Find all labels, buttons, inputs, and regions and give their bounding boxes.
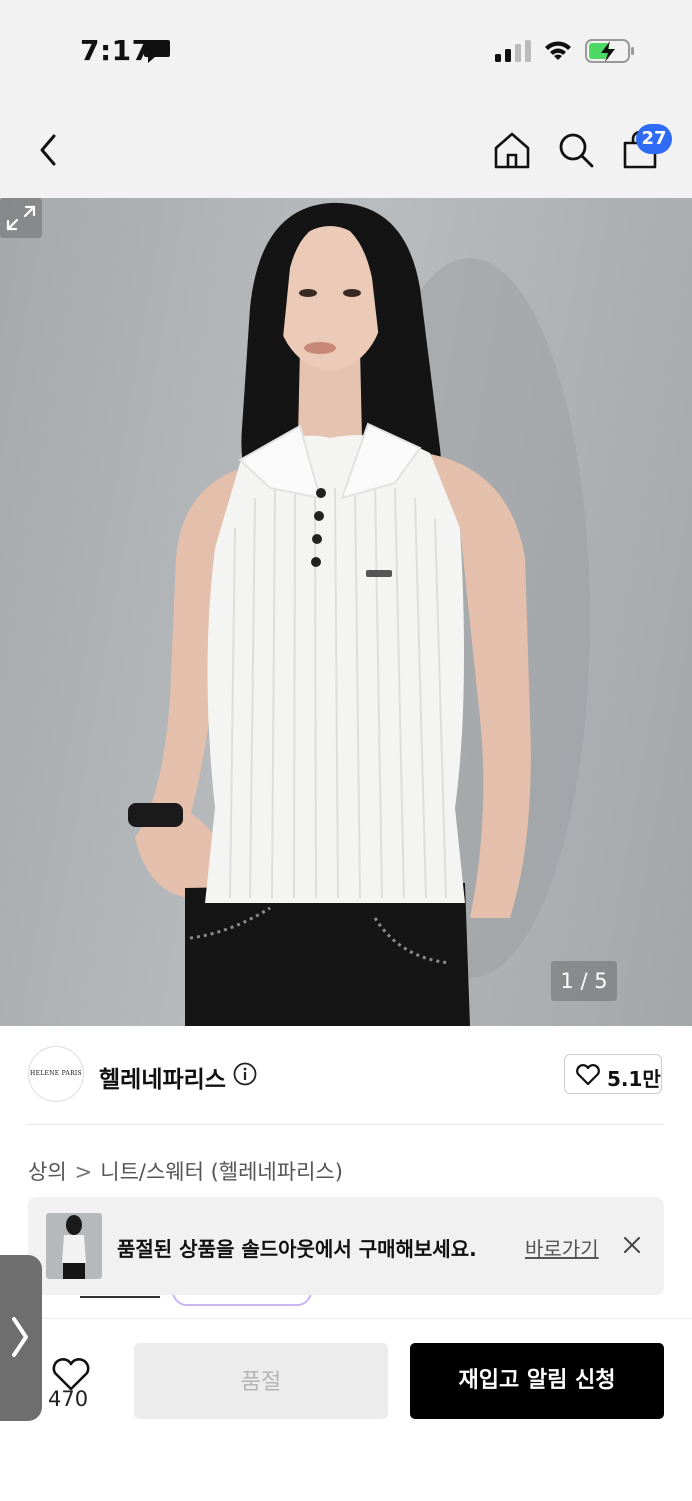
brand-logo[interactable]: HELENE PARIS <box>28 1046 84 1102</box>
soldout-button: 품절 <box>134 1343 388 1419</box>
wishlist-count: 470 <box>48 1387 89 1411</box>
breadcrumb-subcategory-link[interactable]: 니트/스웨터 (헬레네파리스) <box>100 1160 343 1184</box>
side-drawer-handle[interactable] <box>0 1255 42 1421</box>
banner-go-link[interactable]: 바로가기 <box>525 1233 599 1262</box>
breadcrumb-category-link[interactable]: 상의 <box>28 1160 67 1184</box>
cart-count-badge: 27 <box>636 124 672 154</box>
banner-product-thumbnail <box>46 1213 102 1279</box>
battery-charging-icon <box>585 39 634 63</box>
brand-row: HELENE PARIS 헬레네파리스 5.1만 <box>0 1026 692 1126</box>
bottom-action-bar: 470 품절 재입고 알림 신청 <box>0 1318 692 1501</box>
soldout-banner: 품절된 상품을 솔드아웃에서 구매해보세요. 바로가기 <box>28 1197 664 1295</box>
close-icon[interactable] <box>622 1235 642 1255</box>
expand-image-button[interactable] <box>0 198 42 238</box>
brand-name-link[interactable]: 헬레네파리스 <box>99 1060 226 1094</box>
back-button[interactable] <box>34 132 66 168</box>
product-image-gallery[interactable]: 1 / 5 <box>0 198 692 1026</box>
brand-like-count: 5.1만 <box>607 1067 661 1091</box>
divider <box>28 1124 664 1125</box>
banner-message: 품절된 상품을 솔드아웃에서 구매해보세요. <box>117 1237 477 1261</box>
top-navigation <box>0 100 692 198</box>
brand-like-button[interactable]: 5.1만 <box>564 1054 662 1094</box>
chevron-right-icon: > <box>74 1160 93 1184</box>
status-bar: 7:17 <box>0 0 692 100</box>
product-photo <box>128 202 590 1026</box>
restock-alert-button[interactable]: 재입고 알림 신청 <box>410 1343 664 1419</box>
status-time: 7:17 <box>80 34 152 67</box>
heart-icon <box>576 1064 600 1086</box>
message-icon <box>144 40 170 63</box>
image-page-counter: 1 / 5 <box>551 961 617 1001</box>
home-button[interactable] <box>492 130 532 170</box>
wifi-icon <box>545 41 571 60</box>
cellular-signal-icon <box>495 40 531 62</box>
category-breadcrumb: 상의 > 니트/스웨터 (헬레네파리스) <box>28 1156 343 1186</box>
info-icon[interactable] <box>233 1062 257 1086</box>
search-button[interactable] <box>556 130 596 170</box>
chevron-right-icon <box>12 1317 28 1357</box>
